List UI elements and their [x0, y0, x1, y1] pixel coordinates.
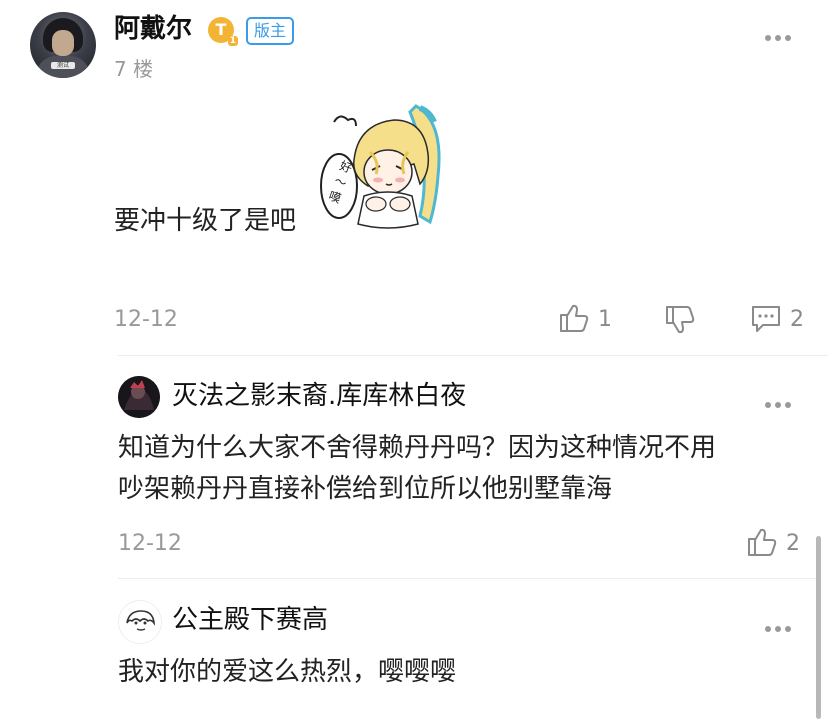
level-number: 1 — [227, 36, 238, 46]
reply-content-line: 我对你的爱这么热烈，嘤嘤嘤 — [118, 657, 457, 687]
reply-like-count: 2 — [786, 531, 800, 556]
scrollbar[interactable] — [816, 536, 821, 719]
reply-content-line: 知道为什么大家不舍得赖丹丹吗？因为这种情况不用 — [118, 433, 717, 463]
avatar-caption: 测试 — [51, 62, 75, 69]
thumbs-up-icon[interactable] — [746, 526, 778, 558]
reply-author-name[interactable]: 公主殿下赛高 — [172, 603, 328, 637]
reply-author-name[interactable]: 灭法之影末裔.库库林白夜 — [172, 379, 466, 413]
like-count: 1 — [598, 307, 612, 332]
post-content: 要冲十级了是吧 — [114, 206, 297, 236]
floor-number: 7 楼 — [114, 57, 154, 81]
post-date: 12-12 — [114, 307, 178, 332]
author-name[interactable]: 阿戴尔 — [114, 12, 192, 46]
reply-avatar[interactable] — [118, 376, 160, 418]
comment-icon[interactable] — [750, 304, 782, 334]
more-icon[interactable] — [765, 33, 795, 43]
reply-date: 12-12 — [118, 531, 182, 556]
more-icon[interactable] — [765, 400, 795, 410]
thumbs-down-icon[interactable] — [664, 304, 696, 336]
comment-count: 2 — [790, 307, 804, 332]
reply-content-line: 吵架赖丹丹直接补偿给到位所以他别墅靠海 — [118, 474, 613, 504]
divider — [118, 578, 818, 579]
thumbs-up-icon[interactable] — [558, 302, 590, 334]
more-icon[interactable] — [765, 624, 795, 634]
anime-sticker-image: 好 ～ 嗼 — [320, 104, 441, 229]
author-avatar[interactable]: 测试 — [30, 12, 96, 78]
level-letter: T — [215, 20, 227, 39]
thread-page: 测试 阿戴尔 T 1 版主 7 楼 要冲十级了是吧 好 ～ 嗼 12-12 1 … — [0, 0, 828, 719]
reply-avatar[interactable] — [118, 600, 162, 644]
level-badge: T 1 — [208, 17, 238, 46]
moderator-badge: 版主 — [246, 17, 295, 45]
divider — [118, 355, 828, 356]
